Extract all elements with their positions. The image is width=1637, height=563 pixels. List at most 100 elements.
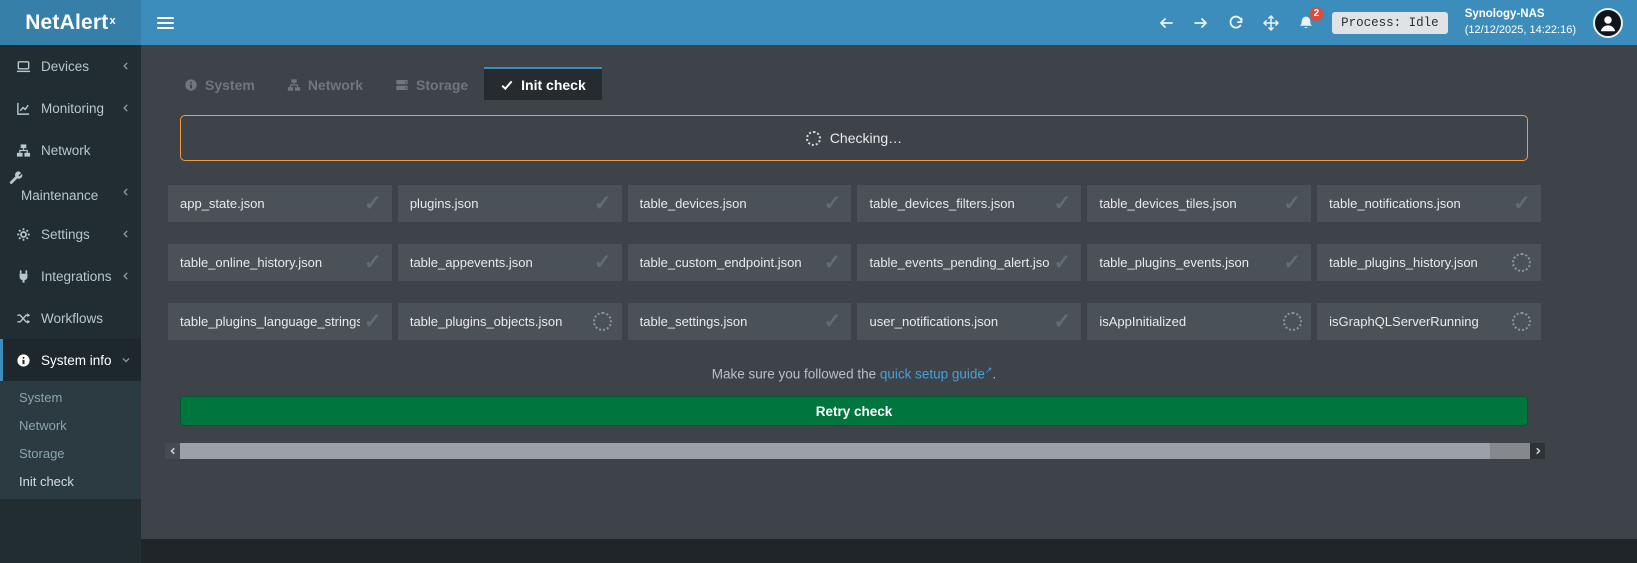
- check-status-icon: [360, 309, 386, 335]
- chevron-left-icon: [121, 229, 131, 239]
- tab-network[interactable]: Network: [271, 67, 379, 100]
- check-status-icon: [1279, 309, 1305, 335]
- retry-check-button[interactable]: Retry check: [180, 396, 1528, 426]
- check-item: table_online_history.json: [168, 244, 392, 281]
- submenu-item-storage[interactable]: Storage: [0, 439, 141, 467]
- check-status-icon: [1279, 191, 1305, 217]
- bell-icon[interactable]: 2: [1297, 14, 1315, 32]
- sidebar-item-label: Settings: [41, 227, 111, 242]
- init-check-grid: app_state.json plugins.json table_device…: [168, 185, 1541, 340]
- submenu-item-label: Storage: [19, 446, 65, 461]
- scrollbar-track[interactable]: [180, 443, 1530, 459]
- sidebar-item-maintenance[interactable]: Maintenance: [0, 171, 141, 213]
- tab-init-check[interactable]: Init check: [484, 67, 602, 100]
- check-item: isAppInitialized: [1087, 303, 1311, 340]
- check-item: table_appevents.json: [398, 244, 622, 281]
- sidebar-item-devices[interactable]: Devices: [0, 45, 141, 87]
- check-item-label: table_online_history.json: [180, 255, 322, 270]
- check-status-icon: [1509, 309, 1535, 335]
- check-status-icon: [1509, 250, 1535, 276]
- chevron-left-icon: [121, 271, 131, 281]
- laptop-icon: [16, 59, 31, 74]
- horizontal-scrollbar: [165, 443, 1545, 459]
- check-item: table_events_pending_alert.json: [857, 244, 1081, 281]
- gear-icon: [16, 227, 31, 242]
- scrollbar-thumb[interactable]: [180, 443, 1490, 459]
- check-item-label: table_notifications.json: [1329, 196, 1461, 211]
- sidebar-item-label: Workflows: [41, 311, 131, 326]
- submenu-item-label: Network: [19, 418, 67, 433]
- check-icon: [500, 78, 514, 92]
- tab-system[interactable]: System: [168, 67, 271, 100]
- forward-icon[interactable]: [1192, 14, 1210, 32]
- user-avatar[interactable]: [1593, 8, 1623, 38]
- check-item: isGraphQLServerRunning: [1317, 303, 1541, 340]
- check-item: table_notifications.json: [1317, 185, 1541, 222]
- sidebar-toggle-button[interactable]: [141, 0, 189, 45]
- check-item: app_state.json: [168, 185, 392, 222]
- check-item: table_custom_endpoint.json: [628, 244, 852, 281]
- check-status-icon: [1509, 191, 1535, 217]
- system-info-submenu: System Network Storage Init check: [0, 381, 141, 499]
- sidebar-item-network[interactable]: Network: [0, 129, 141, 171]
- check-item-label: table_plugins_events.json: [1099, 255, 1249, 270]
- sidebar-item-system-info[interactable]: System info: [0, 339, 141, 381]
- check-status-icon: [819, 250, 845, 276]
- sidebar-item-label: Monitoring: [41, 101, 111, 116]
- submenu-item-network[interactable]: Network: [0, 411, 141, 439]
- plug-icon: [16, 269, 31, 284]
- check-status-icon: [1279, 250, 1305, 276]
- move-icon[interactable]: [1262, 14, 1280, 32]
- check-item-label: table_plugins_history.json: [1329, 255, 1478, 270]
- tab-label: Storage: [416, 77, 468, 93]
- check-status-icon: [1049, 309, 1075, 335]
- sidebar-item-monitoring[interactable]: Monitoring: [0, 87, 141, 129]
- note-suffix: .: [992, 367, 996, 382]
- top-bar-actions: 2 Process: Idle Synology-NAS (12/12/2025…: [1157, 0, 1637, 45]
- back-icon[interactable]: [1157, 14, 1175, 32]
- check-item-label: table_devices_filters.json: [869, 196, 1014, 211]
- check-item: table_devices_tiles.json: [1087, 185, 1311, 222]
- tab-label: System: [205, 77, 255, 93]
- sidebar-item-label: System info: [41, 353, 111, 368]
- notification-badge: 2: [1310, 7, 1324, 21]
- host-time: (12/12/2025, 14:22:16): [1465, 24, 1576, 36]
- check-status-icon: [819, 309, 845, 335]
- system-info-panel: System Network Storage Init check Checki…: [141, 45, 1637, 539]
- check-item-label: table_appevents.json: [410, 255, 533, 270]
- tab-label: Network: [308, 77, 363, 93]
- wrench-icon: [8, 171, 23, 186]
- check-item: table_plugins_language_strings.json: [168, 303, 392, 340]
- check-item: table_plugins_history.json: [1317, 244, 1541, 281]
- host-info: Synology-NAS (12/12/2025, 14:22:16): [1465, 7, 1576, 37]
- app-logo[interactable]: NetAlertx: [0, 0, 141, 45]
- info-circle-icon: [16, 353, 31, 368]
- sidebar-item-workflows[interactable]: Workflows: [0, 297, 141, 339]
- check-item: table_plugins_events.json: [1087, 244, 1311, 281]
- tab-storage[interactable]: Storage: [379, 67, 484, 100]
- check-item-label: table_devices.json: [640, 196, 747, 211]
- check-item-label: table_plugins_language_strings.json: [180, 314, 360, 329]
- submenu-item-init-check[interactable]: Init check: [0, 467, 141, 495]
- check-item: user_notifications.json: [857, 303, 1081, 340]
- scroll-left-button[interactable]: [165, 443, 180, 459]
- check-item-label: plugins.json: [410, 196, 479, 211]
- submenu-item-system[interactable]: System: [0, 383, 141, 411]
- sidebar-item-settings[interactable]: Settings: [0, 213, 141, 255]
- shuffle-icon: [16, 311, 31, 326]
- app-name: NetAlert: [25, 11, 108, 35]
- sidebar: Devices Monitoring Network Maintenance S…: [0, 45, 141, 563]
- checking-text: Checking…: [830, 130, 902, 146]
- top-bar: NetAlertx 2 Process: Idle Synology-NAS (…: [0, 0, 1637, 45]
- check-item-label: table_plugins_objects.json: [410, 314, 563, 329]
- scroll-right-button[interactable]: [1530, 443, 1545, 459]
- check-item-label: user_notifications.json: [869, 314, 998, 329]
- check-status-icon: [590, 250, 616, 276]
- sidebar-item-integrations[interactable]: Integrations: [0, 255, 141, 297]
- quick-setup-guide-link[interactable]: quick setup guide: [880, 367, 985, 382]
- app-name-sup: x: [109, 15, 115, 27]
- check-status-icon: [590, 309, 616, 335]
- setup-note: Make sure you followed the quick setup g…: [180, 365, 1528, 382]
- check-status-icon: [1049, 250, 1075, 276]
- refresh-icon[interactable]: [1227, 14, 1245, 32]
